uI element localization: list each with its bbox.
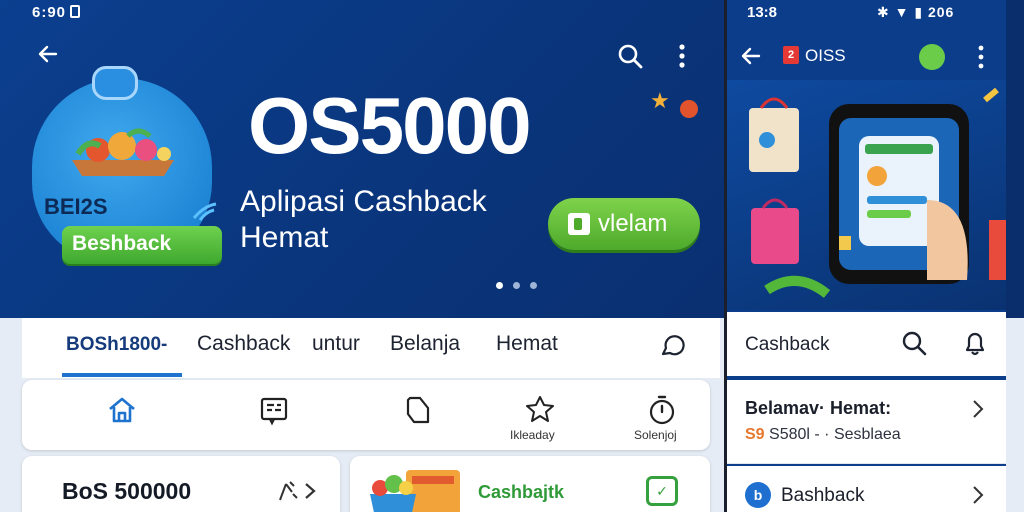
star-badge-icon[interactable] [524, 394, 556, 426]
subtitle-line-1: Aplipasi Cashback [240, 185, 487, 218]
carousel-dot[interactable] [513, 282, 520, 289]
tab-hemat[interactable]: Hemat [496, 332, 558, 356]
brand-title: OS5000 [248, 81, 532, 170]
left-screen: 6:90 BEI2S Beshback OS5000 Aplipasi Cash… [22, 0, 720, 512]
list-item-prefix: S9 [745, 426, 765, 443]
status-bar-left: 6:90 [32, 4, 81, 21]
right-phone: 13:8 ✱ ▼ ▮ 206 2 OISS Cashback Belamav· … [724, 0, 1006, 512]
shopping-basket-icon [370, 470, 460, 512]
hero-subtitle: Aplipasi Cashback Hemat [240, 184, 560, 256]
cta-button[interactable]: vlelam [548, 198, 700, 250]
back-arrow-icon[interactable] [36, 42, 60, 66]
right-tab-bar: Cashback [727, 312, 1006, 376]
cta-label: vlelam [598, 210, 668, 237]
list-item-subtitle: S9 S580l - · Sesblaea [745, 426, 901, 444]
tab-untur[interactable]: untur [312, 332, 360, 356]
battery-icon [70, 5, 81, 18]
cashback-card[interactable]: Cashbajtk ✓ [350, 456, 710, 512]
search-icon[interactable] [616, 42, 644, 70]
chevron-right-icon [973, 486, 984, 504]
list-item-title: Belamav· Hemat: [745, 398, 892, 418]
timer-icon[interactable] [646, 394, 678, 426]
status-icons: ✱ ▼ ▮ 206 [877, 4, 954, 21]
wifi-icon: ▼ [894, 4, 910, 20]
cashback-card-title: Cashbajtk [478, 482, 565, 502]
signal-icon [192, 202, 217, 221]
home-icon[interactable] [106, 394, 138, 426]
header-title: OISS [805, 46, 846, 65]
status-right-text: 206 [927, 4, 955, 20]
app-icon [568, 213, 590, 235]
status-time-right: 13:8 [747, 4, 778, 21]
more-menu-icon[interactable] [672, 42, 692, 70]
badge-title: BEI2S [44, 194, 108, 219]
list-item[interactable]: Belamav· Hemat: S9 S580l - · Sesblaea [727, 380, 1006, 464]
list-item-sub-text: S580l - · Sesblaea [769, 426, 901, 443]
list-item-label: Bashback [781, 485, 865, 506]
carousel-dot[interactable] [530, 282, 537, 289]
quick-label-ikleaday: Ikleaday [510, 428, 555, 442]
more-menu-icon[interactable] [973, 44, 989, 70]
balance-title: BoS 500000 [62, 478, 192, 504]
chevron-right-icon [305, 483, 316, 499]
app-logo-icon: 2 [783, 46, 799, 64]
list-item[interactable]: b Bashback [727, 466, 1006, 512]
chat-icon[interactable] [658, 332, 686, 360]
chat-bubble-icon[interactable] [919, 44, 945, 70]
phone-shopping-illustration [749, 87, 1006, 299]
receipt-icon[interactable] [258, 394, 290, 426]
status-time: 6:90 [32, 4, 67, 21]
active-tab-indicator [62, 373, 182, 377]
carousel-dot[interactable] [496, 282, 503, 289]
promo-badge[interactable]: BEI2S Beshback [32, 66, 222, 264]
ball-decoration-icon [680, 100, 698, 118]
badge-pill: Beshback [62, 226, 222, 264]
food-tray-icon [72, 128, 174, 176]
tab-belanja[interactable]: Belanja [390, 332, 460, 356]
tab-cashback[interactable]: Cashback [197, 332, 290, 356]
star-decoration-icon: ★ [650, 88, 670, 113]
quick-label-solenjoj: Solenjoj [634, 428, 677, 442]
subtitle-line-2: Hemat [240, 221, 329, 254]
background-edge [1006, 0, 1024, 318]
bell-icon[interactable] [963, 330, 987, 356]
back-arrow-icon[interactable] [739, 44, 763, 68]
tag-icon[interactable] [402, 394, 434, 426]
carousel-dots[interactable] [496, 282, 537, 289]
bashback-icon: b [745, 482, 771, 508]
hero-illustration [727, 80, 1006, 310]
search-icon[interactable] [901, 330, 927, 356]
quick-actions: Ikleaday Solenjoj [22, 380, 710, 450]
tab-bar: BOSh1800- Cashback untur Belanja Hemat [22, 318, 720, 378]
battery-icon: ▮ [914, 4, 924, 20]
tab-cashback[interactable]: Cashback [745, 334, 830, 356]
sparkle-icon [279, 481, 298, 501]
checkbox-icon[interactable]: ✓ [646, 476, 678, 506]
chevron-right-icon [973, 400, 984, 418]
tab-brand[interactable]: BOSh1800- [66, 334, 167, 356]
gift-icon [92, 66, 138, 100]
balance-card[interactable]: BoS 500000 [22, 456, 340, 512]
bluetooth-icon: ✱ [877, 4, 890, 20]
